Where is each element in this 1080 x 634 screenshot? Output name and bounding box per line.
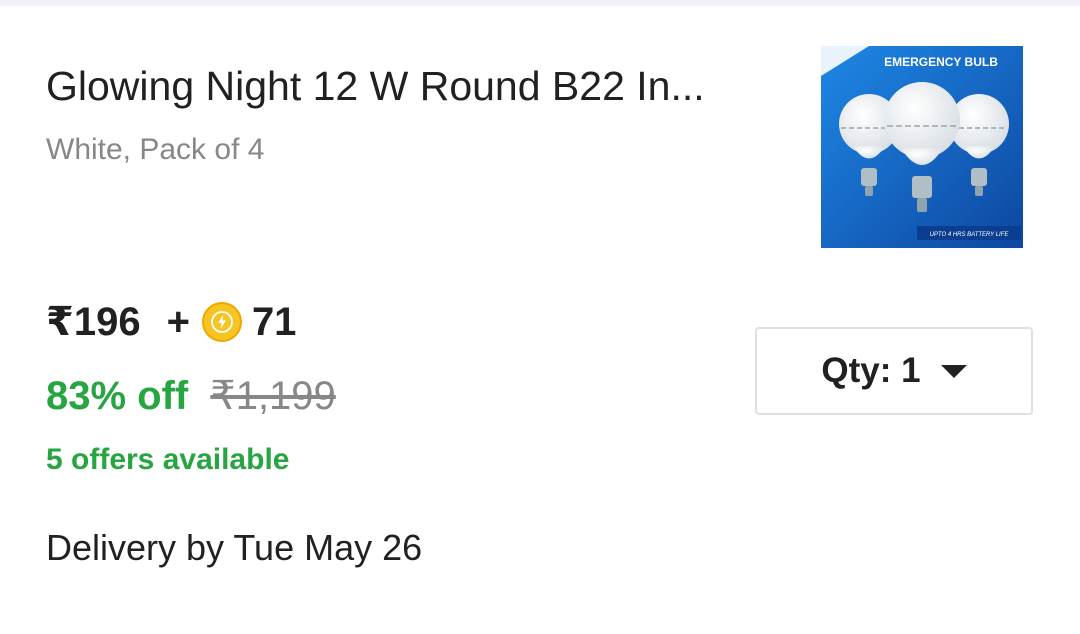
price-row: ₹196 + 71 (46, 294, 296, 350)
quantity-label: Qty: 1 (821, 351, 921, 390)
product-variant: White, Pack of 4 (46, 133, 265, 166)
original-price: ₹1,199 (210, 374, 336, 418)
offers-link[interactable]: 5 offers available (46, 440, 289, 480)
caret-down-icon (940, 364, 967, 378)
plus-sign: + (166, 299, 190, 344)
supercoin-lightning-icon (201, 302, 242, 342)
discount-row: 83% off ₹1,199 (46, 368, 336, 424)
discount-percent: 83% off (46, 373, 189, 418)
delivery-info: Delivery by Tue May 26 (46, 527, 423, 568)
supercoin-count: 71 (251, 299, 297, 344)
image-footer-text: UPTO 4 HRS BATTERY LIFE (930, 232, 1010, 238)
image-banner-text: EMERGENCY BULB (884, 55, 998, 69)
quantity-dropdown[interactable]: Qty: 1 (755, 327, 1033, 415)
product-thumbnail[interactable]: EMERGENCY BULB UPTO 4 HRS BATTERY LIFE (821, 46, 1023, 248)
selling-price: ₹196 (46, 300, 141, 344)
product-title[interactable]: Glowing Night 12 W Round B22 In... (46, 58, 796, 114)
